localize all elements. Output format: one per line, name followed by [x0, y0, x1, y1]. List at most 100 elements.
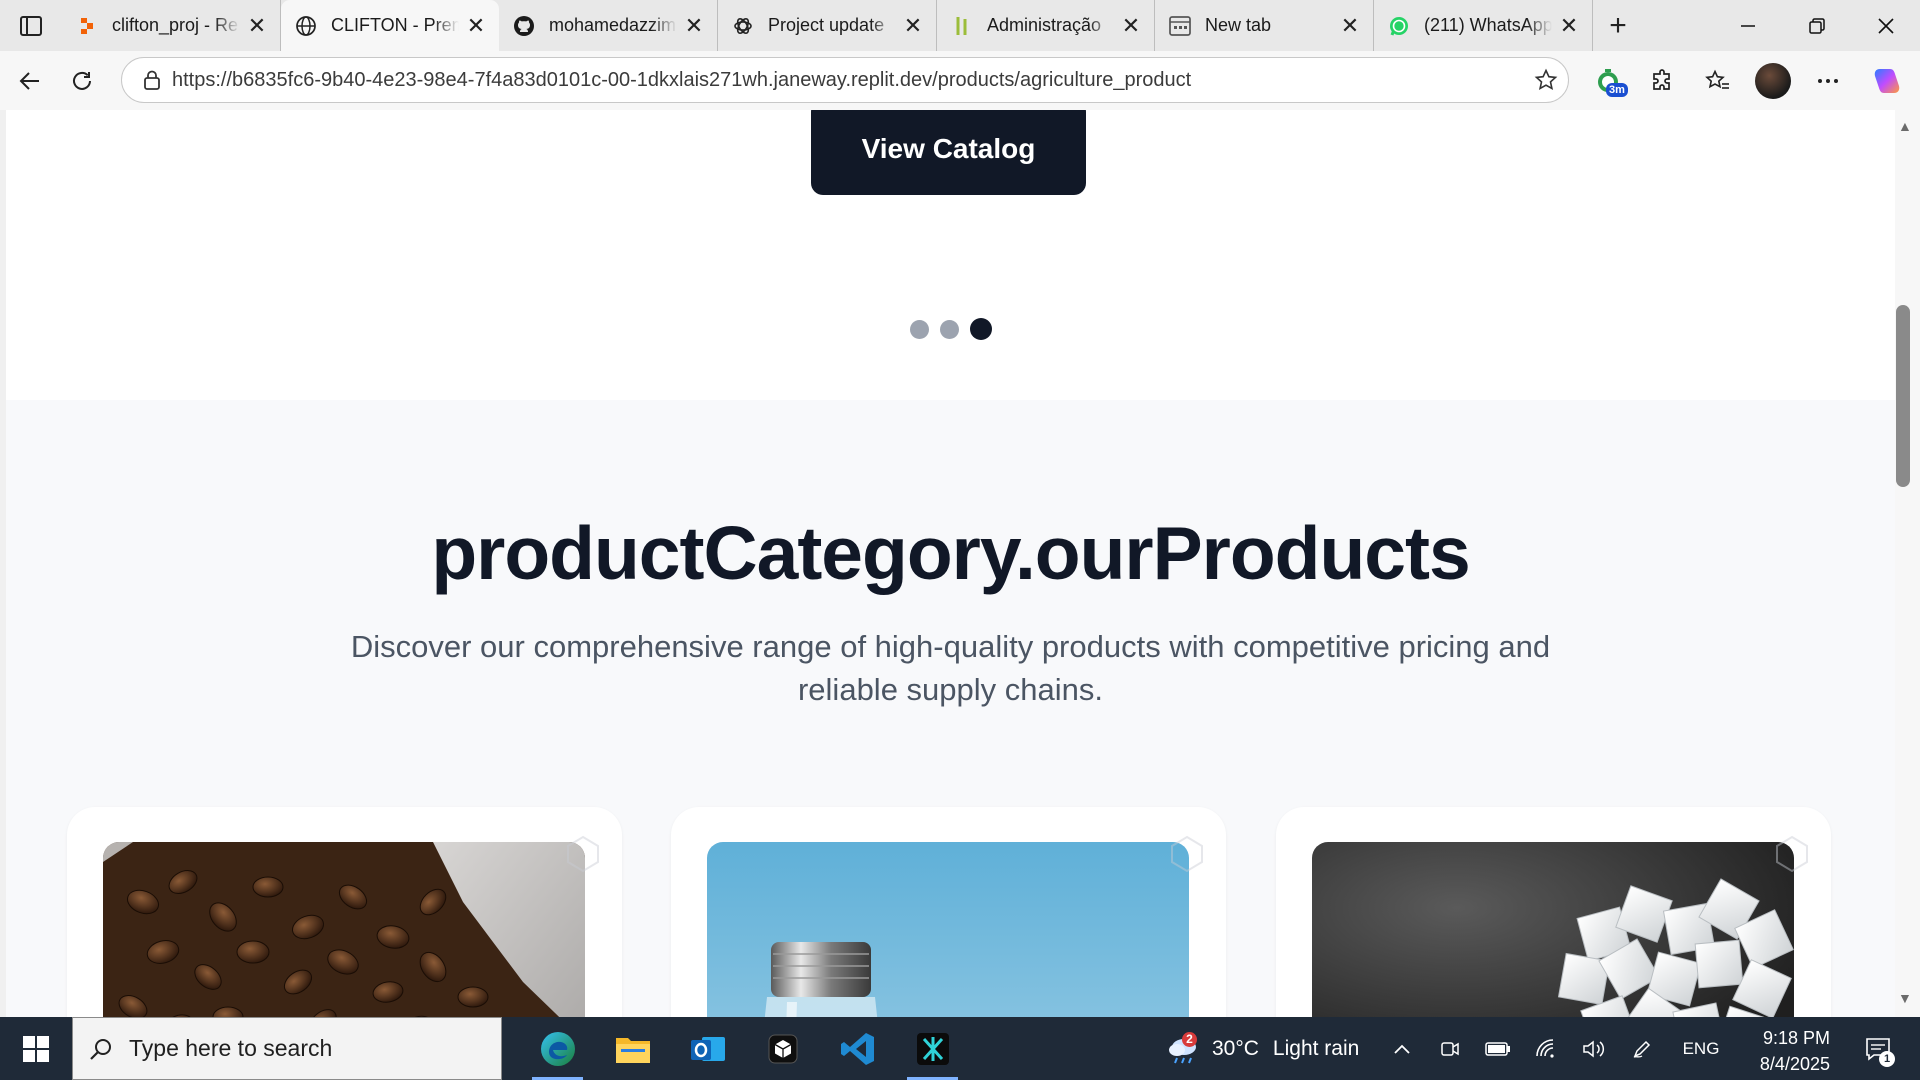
copilot-icon: [1874, 68, 1899, 93]
search-icon: [73, 1037, 129, 1061]
sugar-cubes-image: [1312, 842, 1794, 1017]
refresh-icon: [73, 71, 91, 90]
minimize-button[interactable]: [1713, 0, 1782, 51]
tab-label: (211) WhatsApp: [1424, 15, 1552, 35]
hexagon-decoration-icon: [567, 835, 599, 873]
tab-clifton[interactable]: CLIFTON - Prem ✕: [281, 0, 499, 51]
close-window-button[interactable]: [1851, 0, 1920, 51]
close-icon[interactable]: ✕: [246, 13, 268, 39]
close-icon[interactable]: ✕: [1558, 13, 1580, 39]
taskbar-search-box[interactable]: Type here to search: [72, 1017, 502, 1080]
tab-chatgpt[interactable]: Project update ✕: [718, 0, 937, 51]
taskbar-vscode[interactable]: [820, 1017, 895, 1080]
close-icon[interactable]: ✕: [902, 13, 924, 39]
battery-icon[interactable]: [1474, 1041, 1522, 1056]
tab-label: Administração: [987, 15, 1102, 35]
clock-time: 9:18 PM: [1762, 1028, 1830, 1048]
windows-logo-icon: [23, 1035, 49, 1062]
taskbar-file-explorer[interactable]: [595, 1017, 670, 1080]
product-card[interactable]: [67, 807, 622, 1017]
carousel-dot-1[interactable]: [910, 319, 929, 339]
address-toolbar: https://b6835fc6-9b40-4e23-98e4-7f4a83d0…: [0, 51, 1920, 110]
extensions-button[interactable]: [1635, 51, 1690, 110]
view-catalog-button[interactable]: View Catalog: [811, 110, 1086, 195]
tab-whatsapp[interactable]: (211) WhatsApp ✕: [1374, 0, 1593, 51]
outlook-icon: [690, 1036, 725, 1061]
close-icon[interactable]: ✕: [1339, 13, 1361, 39]
notification-center-button[interactable]: 1: [1850, 1017, 1906, 1080]
taskbar-edge[interactable]: [520, 1017, 595, 1080]
weather-description: Light rain: [1272, 1036, 1360, 1060]
close-icon[interactable]: ✕: [683, 13, 705, 39]
hexagon-decoration-icon: [1171, 835, 1203, 873]
tab-replit[interactable]: clifton_proj - Re ✕: [62, 0, 281, 51]
tab-administracao[interactable]: Administração ✕: [937, 0, 1155, 51]
back-arrow-icon: [19, 71, 39, 90]
tab-label: CLIFTON - Prem: [331, 15, 459, 35]
product-card[interactable]: [671, 807, 1226, 1017]
avatar: [1754, 62, 1791, 99]
folder-icon: [615, 1037, 650, 1063]
scrollbar-thumb[interactable]: [1896, 305, 1910, 487]
edge-browser-icon: [540, 1031, 575, 1066]
clock-date: 8/4/2025: [1759, 1054, 1830, 1074]
hero-section: View Catalog: [6, 110, 1895, 400]
tab-actions-icon: [20, 15, 42, 36]
bamboo-icon: [951, 15, 973, 37]
back-button[interactable]: [4, 55, 56, 107]
favorite-star-icon[interactable]: [1524, 68, 1568, 92]
carousel-indicators: [910, 318, 992, 340]
pen-icon[interactable]: [1618, 1039, 1666, 1059]
coffee-beans-image: [103, 842, 585, 1017]
teal-app-icon: [916, 1032, 949, 1065]
tab-github[interactable]: mohamedazzim ✕: [499, 0, 718, 51]
section-subtitle: Discover our comprehensive range of high…: [350, 629, 1551, 707]
scroll-up-arrow-icon[interactable]: ▲: [1898, 118, 1912, 134]
browser-tools: 3m: [1580, 51, 1920, 110]
language-indicator[interactable]: ENG: [1666, 1039, 1736, 1059]
newtab-page-icon: [1169, 15, 1191, 37]
search-placeholder: Type here to search: [129, 1035, 333, 1061]
close-icon[interactable]: ✕: [465, 13, 487, 39]
minimize-icon: [1740, 24, 1755, 27]
start-button[interactable]: [0, 1017, 72, 1080]
weather-alert-badge: 2: [1182, 1032, 1197, 1047]
section-title: productCategory.ourProducts: [431, 511, 1470, 595]
page-viewport: View Catalog productCategory.ourProducts…: [6, 110, 1895, 1017]
taskbar-outlook[interactable]: [670, 1017, 745, 1080]
favorites-icon: [1704, 69, 1729, 89]
github-icon: [513, 15, 535, 37]
meet-now-icon[interactable]: [1426, 1039, 1474, 1059]
taskbar-app-teal[interactable]: [895, 1017, 970, 1080]
system-clock[interactable]: 9:18 PM 8/4/2025: [1740, 1025, 1830, 1077]
restore-button[interactable]: [1782, 0, 1851, 51]
tab-new-tab[interactable]: New tab ✕: [1155, 0, 1374, 51]
weather-widget[interactable]: 2 30°C Light rain: [1166, 1017, 1359, 1080]
carousel-dot-2[interactable]: [940, 319, 959, 339]
lock-icon[interactable]: [132, 70, 172, 90]
whatsapp-icon: [1388, 15, 1410, 37]
extension-badge: 3m: [1606, 83, 1628, 97]
browser-tab-bar: clifton_proj - Re ✕ CLIFTON - Prem ✕ moh…: [0, 0, 1920, 51]
extension-timer-button[interactable]: 3m: [1580, 51, 1635, 110]
scroll-down-arrow-icon[interactable]: ▼: [1898, 990, 1912, 1006]
profile-button[interactable]: [1745, 51, 1800, 110]
page-scrollbar[interactable]: ▲ ▼: [1895, 110, 1920, 1017]
new-tab-button[interactable]: +: [1593, 0, 1643, 51]
product-card[interactable]: [1276, 807, 1831, 1017]
address-bar[interactable]: https://b6835fc6-9b40-4e23-98e4-7f4a83d0…: [121, 57, 1569, 103]
show-hidden-icons-chevron-icon[interactable]: [1378, 1043, 1426, 1055]
carousel-dot-3-active[interactable]: [970, 318, 992, 340]
copilot-button[interactable]: [1855, 51, 1920, 110]
tab-actions-button[interactable]: [0, 0, 62, 51]
favorites-button[interactable]: [1690, 51, 1745, 110]
settings-more-button[interactable]: [1800, 51, 1855, 110]
url-text[interactable]: https://b6835fc6-9b40-4e23-98e4-7f4a83d0…: [172, 69, 1524, 92]
refresh-button[interactable]: [56, 55, 108, 107]
system-tray: ENG: [1378, 1017, 1736, 1080]
wifi-icon[interactable]: [1522, 1038, 1570, 1059]
tab-label: Project update: [768, 15, 885, 35]
taskbar-app-cube[interactable]: [745, 1017, 820, 1080]
close-icon[interactable]: ✕: [1120, 13, 1142, 39]
volume-icon[interactable]: [1570, 1039, 1618, 1059]
